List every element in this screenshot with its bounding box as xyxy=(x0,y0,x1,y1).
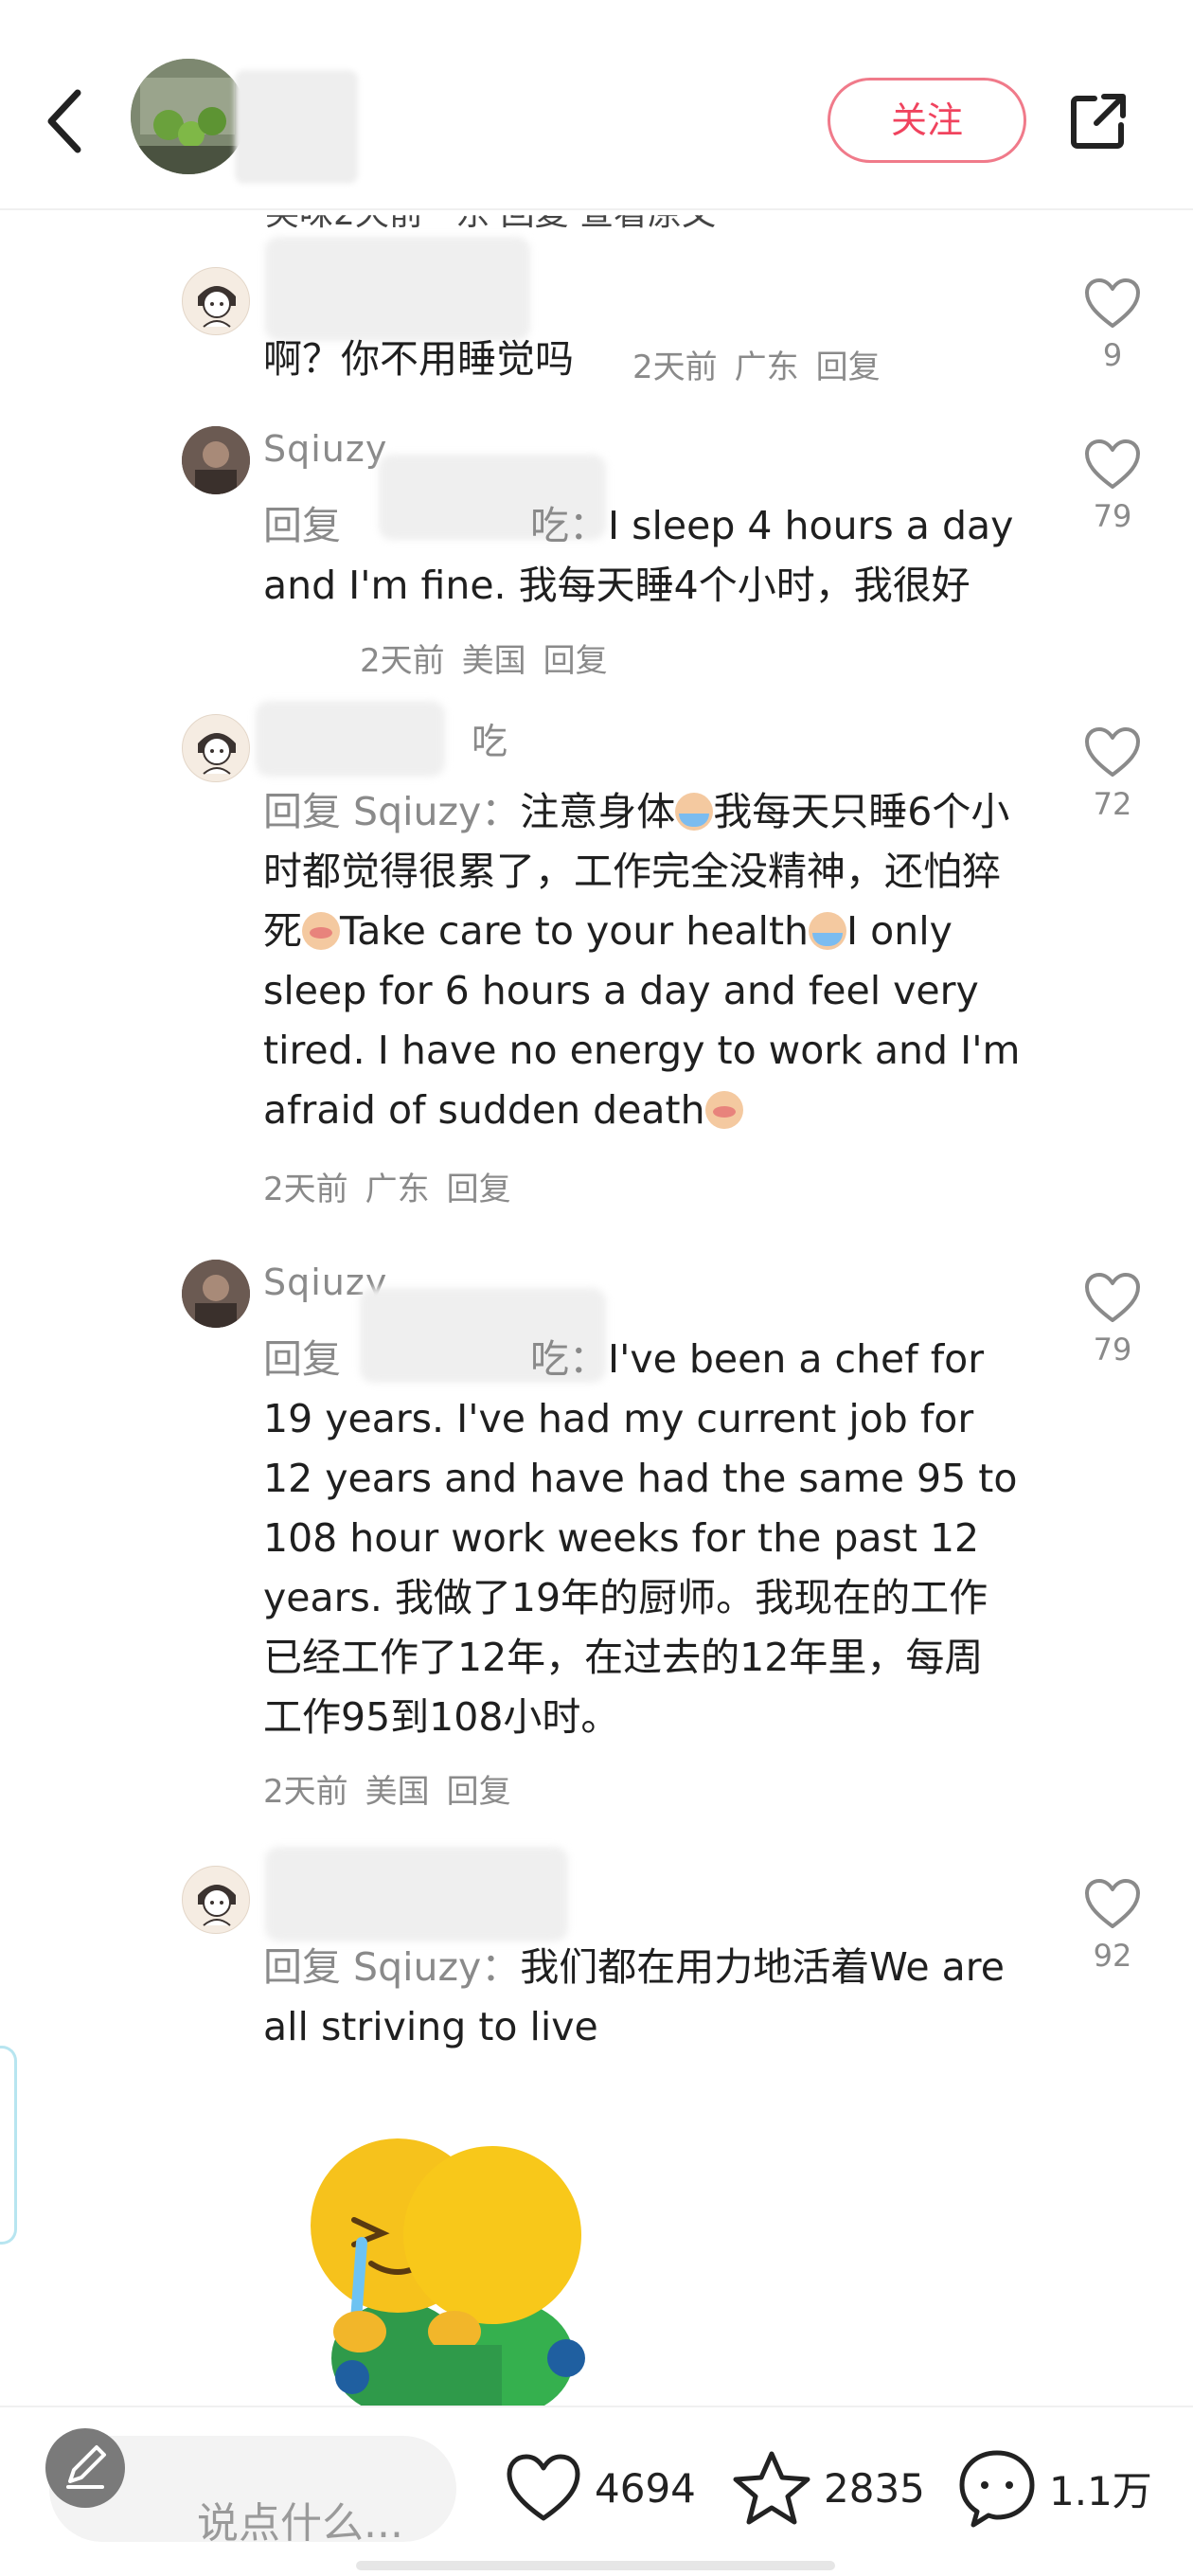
comment-stat-button[interactable]: 1.1万 xyxy=(956,2445,1152,2531)
comment-text[interactable]: 回复 吃：I sleep 4 hours a day and I'm fine. … xyxy=(263,496,1021,616)
back-icon xyxy=(47,89,81,153)
heart-icon xyxy=(1085,278,1140,328)
hug-emoji-icon xyxy=(311,2138,585,2417)
photo-avatar-image xyxy=(182,426,250,494)
sweat-emoji-icon xyxy=(675,793,714,831)
comment-text[interactable]: 回复 吃：I've been a chef for 19 years. I've … xyxy=(263,1330,1021,1747)
comment-time: 2天前 xyxy=(632,349,718,386)
heart-icon xyxy=(1085,439,1140,489)
comment-location: 广东 xyxy=(365,1171,430,1208)
cartoon-avatar-image xyxy=(198,286,236,328)
follow-button[interactable]: 关注 xyxy=(828,78,1026,163)
comment-meta: 2天前 美国 回复 xyxy=(263,1765,528,1812)
comment-body-part: 注意身体 xyxy=(520,789,676,834)
cartoon-avatar-image xyxy=(198,1885,236,1926)
comment-time: 2天前 xyxy=(263,1171,348,1208)
commenter-avatar[interactable] xyxy=(182,267,250,335)
photo-avatar-image xyxy=(182,1260,250,1328)
like-count: 9 xyxy=(1102,337,1123,373)
author-name-blurred xyxy=(256,701,445,777)
sweat-emoji-icon xyxy=(809,912,847,950)
comment-body: I sleep 4 hours a day and I'm fine. 我每天睡… xyxy=(263,503,1014,608)
bottom-action-bar: 说点什么... 4694 2835 1.1万 xyxy=(0,2406,1193,2576)
star-icon xyxy=(733,2451,810,2525)
home-indicator xyxy=(356,2561,835,2570)
author-name-blurred xyxy=(265,237,530,341)
comment-like-button[interactable]: 92 xyxy=(1079,1877,1146,1974)
favorite-stat-button[interactable]: 2835 xyxy=(731,2445,925,2531)
pencil-icon xyxy=(66,2445,106,2489)
reply-target: 吃： xyxy=(530,1336,608,1382)
comment-text[interactable]: 回复 Sqiuzy：注意身体 我每天只睡6个小时都觉得很累了，工作完全没精神，还怕… xyxy=(263,782,1021,1140)
heart-icon xyxy=(507,2454,580,2521)
comment-location: 广东 xyxy=(734,349,799,386)
write-comment-button[interactable] xyxy=(45,2428,125,2508)
truncated-previous-comment-meta: 笑味2天前 · 东 回复 查看原文 xyxy=(265,194,717,233)
commenter-avatar[interactable] xyxy=(182,426,250,494)
reply-target[interactable]: Sqiuzy： xyxy=(353,1944,520,1990)
reply-target: 吃： xyxy=(530,503,608,548)
comment-body: I've been a chef for 19 years. I've had … xyxy=(263,1336,1018,1740)
commenter-avatar[interactable] xyxy=(182,1260,250,1328)
comment-input-placeholder: 说点什么... xyxy=(197,2499,403,2548)
comment-icon xyxy=(959,2450,1035,2528)
avatar-image xyxy=(131,59,246,174)
comment-location: 美国 xyxy=(461,642,526,680)
commenter-avatar[interactable] xyxy=(182,1866,250,1934)
like-count: 72 xyxy=(1093,786,1132,822)
sad-emoji-icon xyxy=(302,912,340,950)
note-comments-page: 关注 笑味2天前 · 东 回复 查看原文 啊？你不用睡觉吗 2天前广东回复 xyxy=(0,0,1193,2576)
reply-prefix: 回复 xyxy=(263,503,341,548)
like-total: 4694 xyxy=(595,2464,696,2512)
reply-button[interactable]: 回复 xyxy=(447,1171,511,1208)
cartoon-avatar-image xyxy=(198,733,236,775)
comment-meta: 2天前 广东 回复 xyxy=(632,341,898,387)
comment-total: 1.1万 xyxy=(1049,2467,1152,2514)
comment-body-part: Take care to your health xyxy=(340,908,810,954)
comment-like-button[interactable]: 79 xyxy=(1079,438,1146,534)
reply-button[interactable]: 回复 xyxy=(543,642,608,680)
comment-meta: 2天前 美国 回复 xyxy=(360,635,625,681)
author-name-blurred xyxy=(235,70,358,184)
reply-button[interactable]: 回复 xyxy=(447,1773,511,1811)
top-nav-bar: 关注 笑味2天前 · 东 回复 查看原文 xyxy=(0,0,1193,233)
hug-sticker-image xyxy=(303,2121,606,2417)
comment-like-button[interactable]: 72 xyxy=(1079,725,1146,822)
comment-time: 2天前 xyxy=(360,642,445,680)
like-stat-button[interactable]: 4694 xyxy=(504,2445,696,2531)
reply-prefix: 回复 xyxy=(263,1944,341,1990)
reply-prefix: 回复 xyxy=(263,1336,341,1382)
comment-text[interactable]: 回复 Sqiuzy：我们都在用力地活着We are all striving t… xyxy=(263,1938,1021,2057)
heart-icon xyxy=(1085,1879,1140,1928)
sad-emoji-icon xyxy=(704,1091,743,1129)
like-count: 92 xyxy=(1093,1938,1132,1974)
reply-button[interactable]: 回复 xyxy=(816,349,881,386)
commenter-avatar[interactable] xyxy=(182,714,250,782)
comment-like-button[interactable]: 9 xyxy=(1079,277,1146,373)
heart-icon xyxy=(1085,1273,1140,1322)
comment-like-button[interactable]: 79 xyxy=(1079,1271,1146,1368)
comment-location: 美国 xyxy=(365,1773,430,1811)
comment-time: 2天前 xyxy=(263,1773,348,1811)
author-avatar[interactable] xyxy=(131,59,246,174)
reply-target[interactable]: Sqiuzy： xyxy=(353,789,520,834)
like-count: 79 xyxy=(1093,1332,1132,1368)
back-button[interactable] xyxy=(38,85,95,157)
share-icon xyxy=(1071,94,1126,149)
commenter-name-tail[interactable]: 吃 xyxy=(472,712,508,764)
reply-prefix: 回复 xyxy=(263,789,341,834)
side-edge-handle[interactable] xyxy=(0,2046,17,2245)
share-button[interactable] xyxy=(1068,91,1129,152)
like-count: 79 xyxy=(1093,498,1132,534)
comment-meta: 2天前 广东 回复 xyxy=(263,1163,528,1209)
favorite-total: 2835 xyxy=(824,2464,925,2512)
heart-icon xyxy=(1085,727,1140,777)
commenter-name[interactable]: Sqiuzy xyxy=(263,428,387,470)
author-name-blurred xyxy=(265,1847,568,1941)
